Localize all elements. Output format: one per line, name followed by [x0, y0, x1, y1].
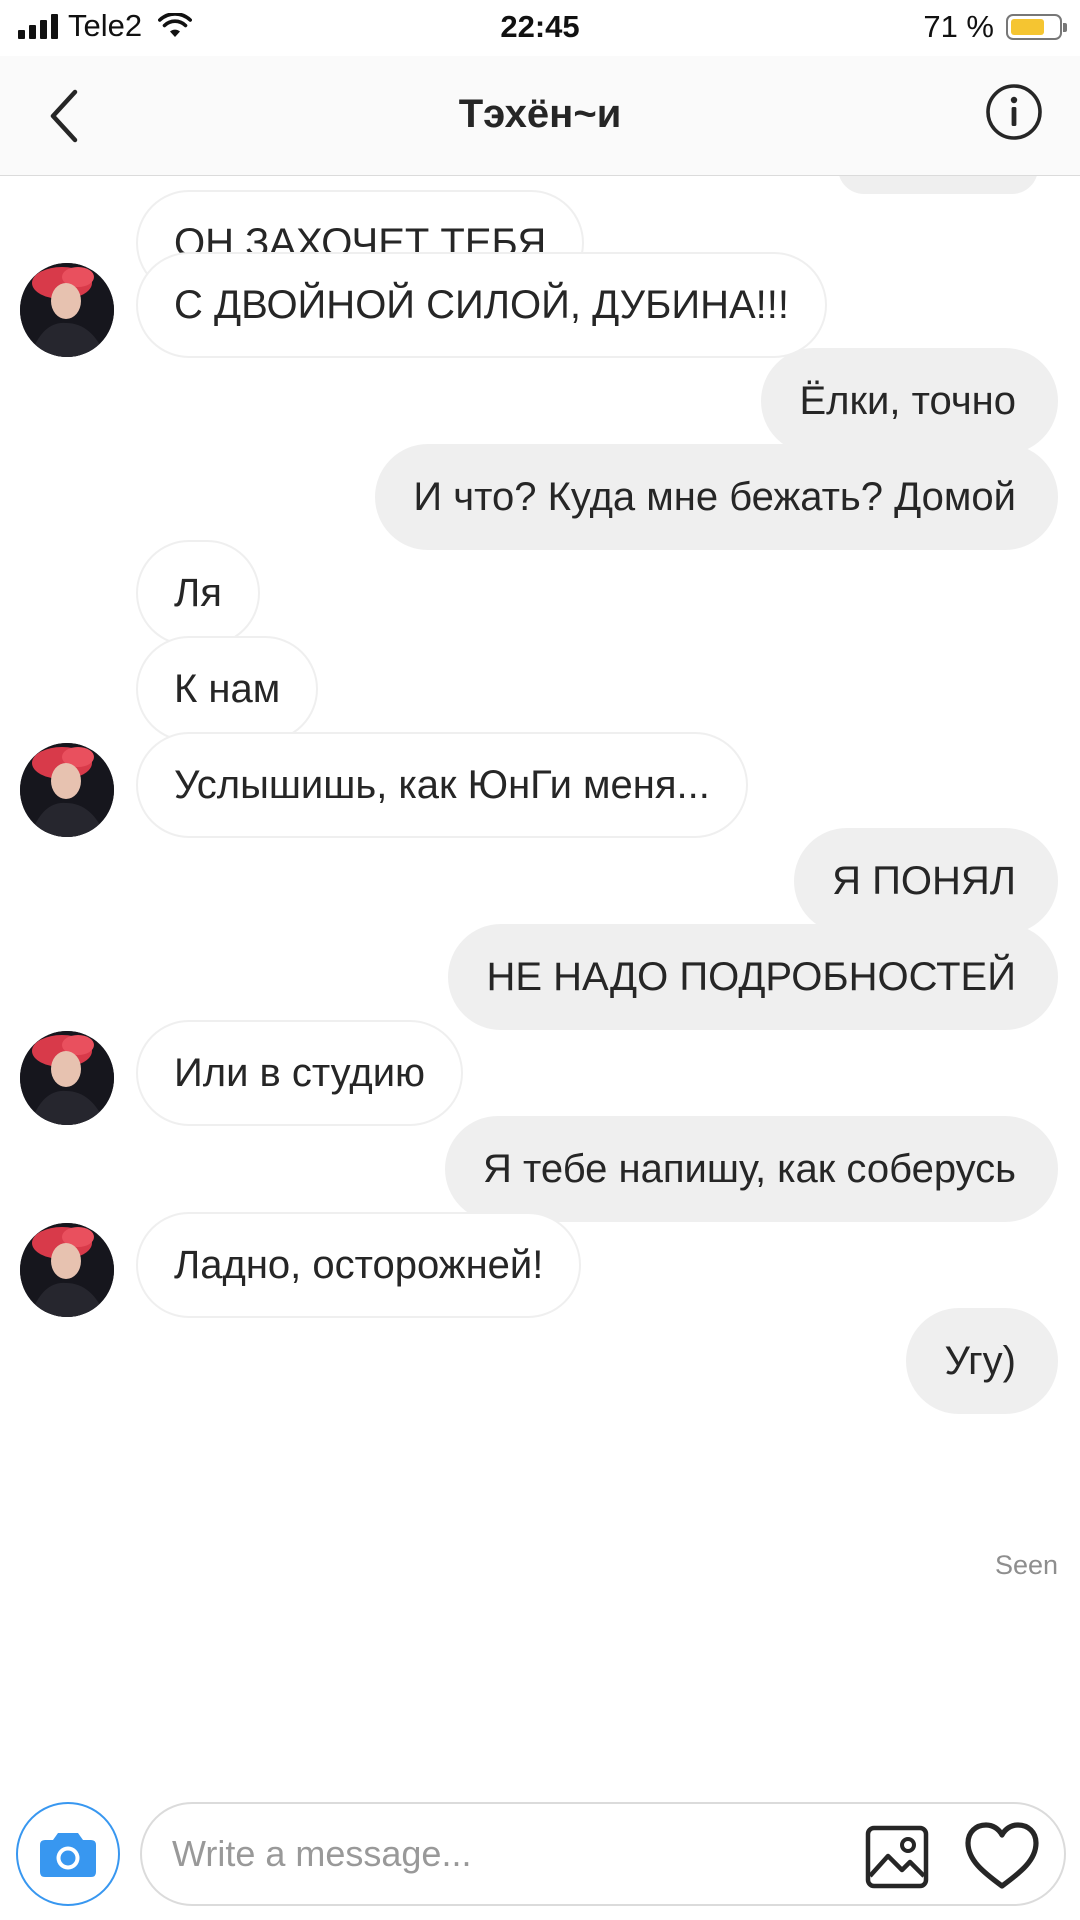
contact-avatar[interactable] [20, 1031, 114, 1125]
incoming-message[interactable]: Услышишь, как ЮнГи меня... [136, 732, 748, 838]
camera-icon [40, 1833, 96, 1877]
status-right: 71 % [923, 9, 1067, 45]
contact-avatar[interactable] [20, 1223, 114, 1317]
direct-message-screen: Tele2 22:45 71 % Тэхён~и ОН ЗАХОЧЕТ ТЕБЯ… [0, 0, 1080, 1920]
contact-avatar[interactable] [20, 263, 114, 357]
contact-avatar[interactable] [20, 743, 114, 837]
outgoing-message[interactable]: Я ПОНЯЛ [794, 828, 1058, 934]
camera-button[interactable] [16, 1802, 120, 1906]
status-bar: Tele2 22:45 71 % [0, 0, 1080, 56]
avatar-photo [20, 263, 114, 357]
outgoing-message[interactable]: Я тебе напишу, как соберусь [445, 1116, 1058, 1222]
outgoing-message[interactable]: НЕ НАДО ПОДРОБНОСТЕЙ [448, 924, 1058, 1030]
avatar-photo [20, 1031, 114, 1125]
incoming-message[interactable]: Ладно, осторожней! [136, 1212, 582, 1318]
message-thread[interactable]: ОН ЗАХОЧЕТ ТЕБЯ С ДВОЙНОЙ СИЛОЙ, ДУБИНА!… [0, 176, 1080, 1780]
status-time: 22:45 [500, 9, 580, 44]
message-composer [0, 1780, 1080, 1920]
incoming-message[interactable]: Или в студию [136, 1020, 464, 1126]
avatar-photo [20, 743, 114, 837]
info-circle-icon[interactable] [984, 82, 1044, 142]
outgoing-message[interactable]: И что? Куда мне бежать? Домой [375, 444, 1058, 550]
conversation-header: Тэхён~и [0, 56, 1080, 176]
image-icon[interactable] [864, 1824, 930, 1890]
incoming-message[interactable]: С ДВОЙНОЙ СИЛОЙ, ДУБИНА!!! [136, 252, 827, 358]
battery-level-fill [1011, 19, 1044, 35]
outgoing-message[interactable]: Угу) [906, 1308, 1058, 1414]
battery-percentage: 71 % [923, 9, 994, 44]
seen-indicator: Seen [994, 1550, 1058, 1580]
battery-icon [1006, 14, 1067, 40]
previous-message-bubble [838, 176, 1038, 194]
outgoing-message[interactable]: Ёлки, точно [761, 348, 1058, 454]
incoming-message[interactable]: К нам [136, 636, 319, 742]
conversation-title[interactable]: Тэхён~и [0, 92, 1080, 137]
heart-icon[interactable] [963, 1820, 1041, 1892]
avatar-photo [20, 1223, 114, 1317]
incoming-message[interactable]: Ля [136, 540, 260, 646]
